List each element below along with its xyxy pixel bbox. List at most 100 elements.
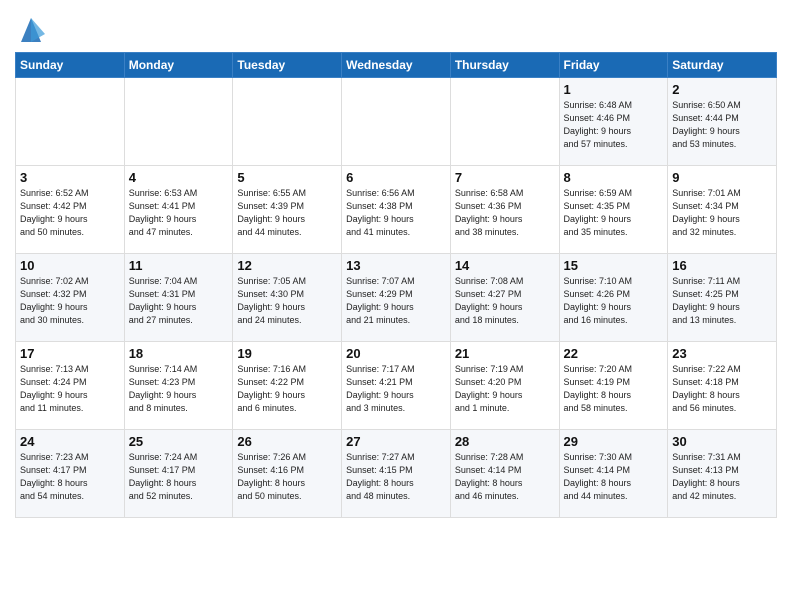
day-number: 13 bbox=[346, 258, 446, 273]
day-info: Sunrise: 7:01 AM Sunset: 4:34 PM Dayligh… bbox=[672, 187, 772, 239]
day-info: Sunrise: 6:55 AM Sunset: 4:39 PM Dayligh… bbox=[237, 187, 337, 239]
calendar-table: SundayMondayTuesdayWednesdayThursdayFrid… bbox=[15, 52, 777, 518]
day-cell bbox=[342, 78, 451, 166]
day-cell: 26Sunrise: 7:26 AM Sunset: 4:16 PM Dayli… bbox=[233, 430, 342, 518]
day-info: Sunrise: 7:11 AM Sunset: 4:25 PM Dayligh… bbox=[672, 275, 772, 327]
day-info: Sunrise: 7:22 AM Sunset: 4:18 PM Dayligh… bbox=[672, 363, 772, 415]
day-info: Sunrise: 6:52 AM Sunset: 4:42 PM Dayligh… bbox=[20, 187, 120, 239]
day-number: 21 bbox=[455, 346, 555, 361]
day-info: Sunrise: 7:14 AM Sunset: 4:23 PM Dayligh… bbox=[129, 363, 229, 415]
day-cell: 8Sunrise: 6:59 AM Sunset: 4:35 PM Daylig… bbox=[559, 166, 668, 254]
day-number: 9 bbox=[672, 170, 772, 185]
day-cell: 18 Sunrise: 7:14 AM Sunset: 4:23 PM Dayli… bbox=[124, 342, 233, 430]
day-info: Sunrise: 6:58 AM Sunset: 4:36 PM Dayligh… bbox=[455, 187, 555, 239]
day-cell: 12Sunrise: 7:05 AM Sunset: 4:30 PM Dayli… bbox=[233, 254, 342, 342]
day-cell: 22 Sunrise: 7:20 AM Sunset: 4:19 PM Dayli… bbox=[559, 342, 668, 430]
weekday-saturday: Saturday bbox=[668, 53, 777, 78]
day-number: 10 bbox=[20, 258, 120, 273]
day-number: 22 bbox=[564, 346, 664, 361]
day-info: Sunrise: 7:30 AM Sunset: 4:14 PM Dayligh… bbox=[564, 451, 664, 503]
day-number: 24 bbox=[20, 434, 120, 449]
day-cell: 25 Sunrise: 7:24 AM Sunset: 4:17 PM Dayli… bbox=[124, 430, 233, 518]
day-cell: 30 Sunrise: 7:31 AM Sunset: 4:13 PM Dayli… bbox=[668, 430, 777, 518]
day-number: 5 bbox=[237, 170, 337, 185]
day-number: 7 bbox=[455, 170, 555, 185]
weekday-sunday: Sunday bbox=[16, 53, 125, 78]
page: SundayMondayTuesdayWednesdayThursdayFrid… bbox=[0, 0, 792, 533]
day-cell bbox=[233, 78, 342, 166]
day-number: 6 bbox=[346, 170, 446, 185]
day-info: Sunrise: 7:13 AM Sunset: 4:24 PM Dayligh… bbox=[20, 363, 120, 415]
day-number: 1 bbox=[564, 82, 664, 97]
day-info: Sunrise: 6:56 AM Sunset: 4:38 PM Dayligh… bbox=[346, 187, 446, 239]
day-cell: 10 Sunrise: 7:02 AM Sunset: 4:32 PM Dayli… bbox=[16, 254, 125, 342]
week-row-5: 24 Sunrise: 7:23 AM Sunset: 4:17 PM Dayli… bbox=[16, 430, 777, 518]
day-info: Sunrise: 7:17 AM Sunset: 4:21 PM Dayligh… bbox=[346, 363, 446, 415]
weekday-monday: Monday bbox=[124, 53, 233, 78]
day-number: 23 bbox=[672, 346, 772, 361]
day-cell: 16 Sunrise: 7:11 AM Sunset: 4:25 PM Dayli… bbox=[668, 254, 777, 342]
day-info: Sunrise: 7:31 AM Sunset: 4:13 PM Dayligh… bbox=[672, 451, 772, 503]
day-cell: 21 Sunrise: 7:19 AM Sunset: 4:20 PM Dayli… bbox=[450, 342, 559, 430]
day-number: 4 bbox=[129, 170, 229, 185]
day-info: Sunrise: 7:02 AM Sunset: 4:32 PM Dayligh… bbox=[20, 275, 120, 327]
day-info: Sunrise: 7:19 AM Sunset: 4:20 PM Dayligh… bbox=[455, 363, 555, 415]
day-number: 14 bbox=[455, 258, 555, 273]
day-cell: 14Sunrise: 7:08 AM Sunset: 4:27 PM Dayli… bbox=[450, 254, 559, 342]
weekday-tuesday: Tuesday bbox=[233, 53, 342, 78]
day-cell: 17 Sunrise: 7:13 AM Sunset: 4:24 PM Dayli… bbox=[16, 342, 125, 430]
day-number: 19 bbox=[237, 346, 337, 361]
day-number: 30 bbox=[672, 434, 772, 449]
day-cell: 6 Sunrise: 6:56 AM Sunset: 4:38 PM Daylig… bbox=[342, 166, 451, 254]
weekday-wednesday: Wednesday bbox=[342, 53, 451, 78]
day-cell bbox=[450, 78, 559, 166]
day-info: Sunrise: 7:20 AM Sunset: 4:19 PM Dayligh… bbox=[564, 363, 664, 415]
day-cell: 11 Sunrise: 7:04 AM Sunset: 4:31 PM Dayli… bbox=[124, 254, 233, 342]
day-cell: 4 Sunrise: 6:53 AM Sunset: 4:41 PM Daylig… bbox=[124, 166, 233, 254]
day-cell: 19 Sunrise: 7:16 AM Sunset: 4:22 PM Dayli… bbox=[233, 342, 342, 430]
weekday-friday: Friday bbox=[559, 53, 668, 78]
header bbox=[15, 10, 777, 46]
day-number: 29 bbox=[564, 434, 664, 449]
day-number: 20 bbox=[346, 346, 446, 361]
day-cell: 2Sunrise: 6:50 AM Sunset: 4:44 PM Daylig… bbox=[668, 78, 777, 166]
day-info: Sunrise: 6:53 AM Sunset: 4:41 PM Dayligh… bbox=[129, 187, 229, 239]
day-cell: 29 Sunrise: 7:30 AM Sunset: 4:14 PM Dayli… bbox=[559, 430, 668, 518]
day-cell: 20 Sunrise: 7:17 AM Sunset: 4:21 PM Dayli… bbox=[342, 342, 451, 430]
day-cell: 3 Sunrise: 6:52 AM Sunset: 4:42 PM Daylig… bbox=[16, 166, 125, 254]
day-cell: 13 Sunrise: 7:07 AM Sunset: 4:29 PM Dayli… bbox=[342, 254, 451, 342]
day-info: Sunrise: 7:27 AM Sunset: 4:15 PM Dayligh… bbox=[346, 451, 446, 503]
day-number: 27 bbox=[346, 434, 446, 449]
day-info: Sunrise: 7:24 AM Sunset: 4:17 PM Dayligh… bbox=[129, 451, 229, 503]
day-number: 16 bbox=[672, 258, 772, 273]
week-row-3: 10 Sunrise: 7:02 AM Sunset: 4:32 PM Dayli… bbox=[16, 254, 777, 342]
day-info: Sunrise: 7:04 AM Sunset: 4:31 PM Dayligh… bbox=[129, 275, 229, 327]
day-number: 3 bbox=[20, 170, 120, 185]
day-info: Sunrise: 7:05 AM Sunset: 4:30 PM Dayligh… bbox=[237, 275, 337, 327]
day-number: 15 bbox=[564, 258, 664, 273]
day-cell: 27 Sunrise: 7:27 AM Sunset: 4:15 PM Dayli… bbox=[342, 430, 451, 518]
day-cell: 7 Sunrise: 6:58 AM Sunset: 4:36 PM Daylig… bbox=[450, 166, 559, 254]
day-number: 2 bbox=[672, 82, 772, 97]
day-info: Sunrise: 7:07 AM Sunset: 4:29 PM Dayligh… bbox=[346, 275, 446, 327]
day-cell: 23 Sunrise: 7:22 AM Sunset: 4:18 PM Dayli… bbox=[668, 342, 777, 430]
day-number: 18 bbox=[129, 346, 229, 361]
day-info: Sunrise: 7:23 AM Sunset: 4:17 PM Dayligh… bbox=[20, 451, 120, 503]
day-number: 28 bbox=[455, 434, 555, 449]
day-cell: 15 Sunrise: 7:10 AM Sunset: 4:26 PM Dayli… bbox=[559, 254, 668, 342]
day-info: Sunrise: 7:10 AM Sunset: 4:26 PM Dayligh… bbox=[564, 275, 664, 327]
day-number: 17 bbox=[20, 346, 120, 361]
day-number: 25 bbox=[129, 434, 229, 449]
day-info: Sunrise: 6:59 AM Sunset: 4:35 PM Dayligh… bbox=[564, 187, 664, 239]
day-cell bbox=[124, 78, 233, 166]
week-row-4: 17 Sunrise: 7:13 AM Sunset: 4:24 PM Dayli… bbox=[16, 342, 777, 430]
week-row-2: 3 Sunrise: 6:52 AM Sunset: 4:42 PM Daylig… bbox=[16, 166, 777, 254]
day-number: 11 bbox=[129, 258, 229, 273]
day-info: Sunrise: 7:16 AM Sunset: 4:22 PM Dayligh… bbox=[237, 363, 337, 415]
day-cell: 1Sunrise: 6:48 AM Sunset: 4:46 PM Daylig… bbox=[559, 78, 668, 166]
weekday-thursday: Thursday bbox=[450, 53, 559, 78]
day-cell bbox=[16, 78, 125, 166]
day-cell: 9 Sunrise: 7:01 AM Sunset: 4:34 PM Daylig… bbox=[668, 166, 777, 254]
week-row-1: 1Sunrise: 6:48 AM Sunset: 4:46 PM Daylig… bbox=[16, 78, 777, 166]
day-cell: 24 Sunrise: 7:23 AM Sunset: 4:17 PM Dayli… bbox=[16, 430, 125, 518]
